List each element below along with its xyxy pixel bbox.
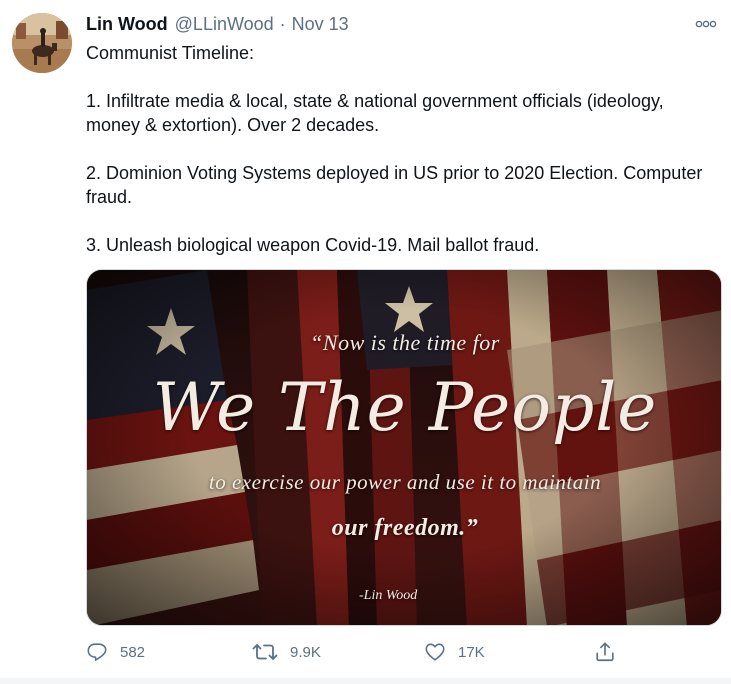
tweet-content: Lin Wood @LLinWood · Nov 13 Communist Ti… (86, 12, 722, 257)
retweet-icon (252, 641, 278, 663)
tweet-text: Communist Timeline: 1. Infiltrate media … (86, 41, 720, 257)
image-quote: “Now is the time for We The People to ex… (87, 270, 721, 625)
heart-icon (424, 641, 446, 663)
like-button[interactable]: 17K (424, 639, 485, 665)
share-button[interactable] (594, 639, 616, 665)
share-icon (594, 641, 616, 663)
tweet[interactable]: Lin Wood @LLinWood · Nov 13 Communist Ti… (0, 0, 731, 684)
author-name[interactable]: Lin Wood (86, 14, 168, 35)
like-count: 17K (458, 643, 485, 661)
tweet-text-line: 2. Dominion Voting Systems deployed in U… (86, 163, 703, 207)
tweet-divider (0, 678, 731, 684)
tweet-date[interactable]: Nov 13 (292, 14, 349, 35)
retweet-button[interactable]: 9.9K (252, 639, 321, 665)
header-separator: · (279, 13, 286, 34)
author-handle[interactable]: @LLinWood (175, 14, 274, 35)
reply-button[interactable]: 582 (86, 639, 145, 665)
avatar[interactable] (12, 13, 72, 73)
reply-icon (86, 641, 108, 663)
reply-count: 582 (120, 643, 146, 661)
tweet-header: Lin Wood @LLinWood · Nov 13 (86, 12, 722, 36)
tweet-text-line: 1. Infiltrate media & local, state & nat… (86, 91, 664, 135)
image-quote-line: our freedom.” (331, 515, 479, 541)
image-quote-line: to exercise our power and use it to main… (208, 470, 602, 494)
image-signature: -Lin Wood (359, 588, 418, 603)
image-quote-line: “Now is the time for (310, 330, 500, 355)
tweet-image[interactable]: “Now is the time for We The People to ex… (86, 269, 722, 626)
more-options-icon[interactable] (693, 15, 719, 33)
tweet-actions: 582 9.9K 17K (86, 639, 631, 665)
image-quote-headline: We The People (152, 369, 658, 446)
retweet-count: 9.9K (290, 643, 321, 661)
tweet-text-line: 3. Unleash biological weapon Covid-19. M… (86, 235, 540, 255)
tweet-text-line: Communist Timeline: (86, 43, 255, 63)
avatar-image (12, 13, 72, 73)
